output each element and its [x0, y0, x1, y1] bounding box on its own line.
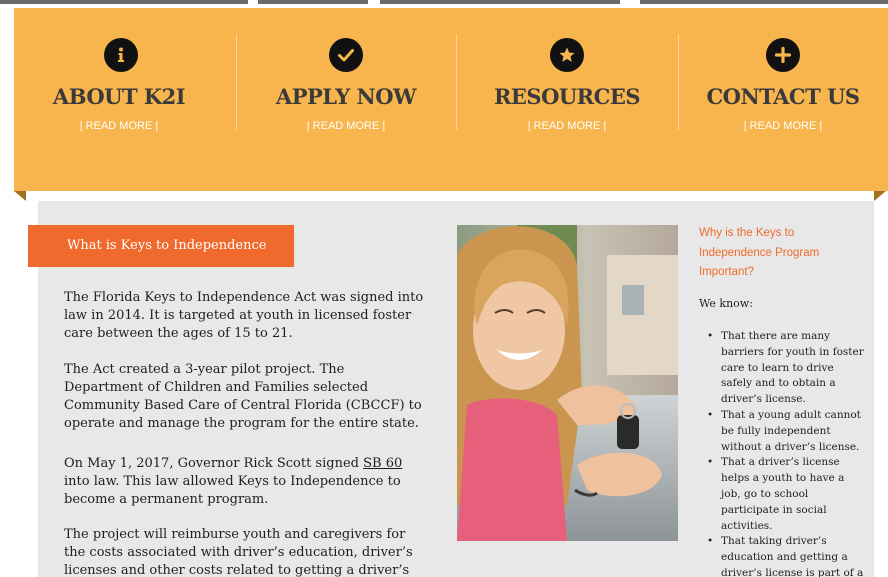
star-icon: [550, 38, 584, 72]
paragraph: On May 1, 2017, Governor Rick Scott sign…: [64, 455, 424, 509]
plus-icon: [766, 38, 800, 72]
nav-read-more-about[interactable]: | READ MORE |: [8, 120, 230, 132]
top-strip-segment: [640, 0, 888, 4]
nav-read-more-resources[interactable]: | READ MORE |: [456, 120, 678, 132]
nav-item-resources[interactable]: RESOURCES | READ MORE |: [456, 8, 678, 191]
nav-title-about[interactable]: ABOUT K2I: [8, 84, 230, 109]
nav-title-contact[interactable]: CONTACT US: [678, 84, 888, 109]
list-item: That taking driver’s education and getti…: [707, 534, 867, 577]
list-item: That there are many barriers for youth i…: [707, 329, 867, 408]
section-heading: What is Keys to Independence: [28, 225, 294, 267]
paragraph-text: into law. This law allowed Keys to Indep…: [64, 474, 401, 507]
sb60-link[interactable]: SB 60: [363, 456, 402, 471]
top-strip-segment: [258, 0, 368, 4]
list-item: That a young adult cannot be fully indep…: [707, 408, 867, 455]
teen-with-keys-photo: [457, 225, 678, 541]
checkmark-icon: [329, 38, 363, 72]
info-icon: [104, 38, 138, 72]
nav-title-apply[interactable]: APPLY NOW: [236, 84, 456, 109]
list-item: That a driver’s license helps a youth to…: [707, 455, 867, 534]
paragraph: The project will reimburse youth and car…: [64, 527, 413, 577]
nav-item-contact[interactable]: CONTACT US | READ MORE |: [678, 8, 888, 191]
nav-item-apply[interactable]: APPLY NOW | READ MORE |: [236, 8, 456, 191]
sidebar-title: Why is the Keys to Independence Program …: [699, 227, 820, 278]
nav-read-more-apply[interactable]: | READ MORE |: [236, 120, 456, 132]
paragraph: The Florida Keys to Independence Act was…: [64, 290, 424, 341]
nav-band-fold-right: [874, 191, 886, 201]
top-strip: [0, 0, 888, 8]
nav-title-resources[interactable]: RESOURCES: [456, 84, 678, 109]
nav-read-more-contact[interactable]: | READ MORE |: [678, 120, 888, 132]
sidebar-list: That there are many barriers for youth i…: [707, 329, 867, 577]
paragraph: The Act created a 3-year pilot project. …: [64, 362, 422, 431]
top-strip-segment: [0, 0, 248, 4]
sidebar-intro: We know:: [699, 297, 753, 310]
top-strip-segment: [380, 0, 620, 4]
nav-item-about[interactable]: ABOUT K2I | READ MORE |: [14, 8, 236, 191]
nav-band-fold-left: [14, 191, 26, 201]
paragraph-text: On May 1, 2017, Governor Rick Scott sign…: [64, 456, 364, 471]
